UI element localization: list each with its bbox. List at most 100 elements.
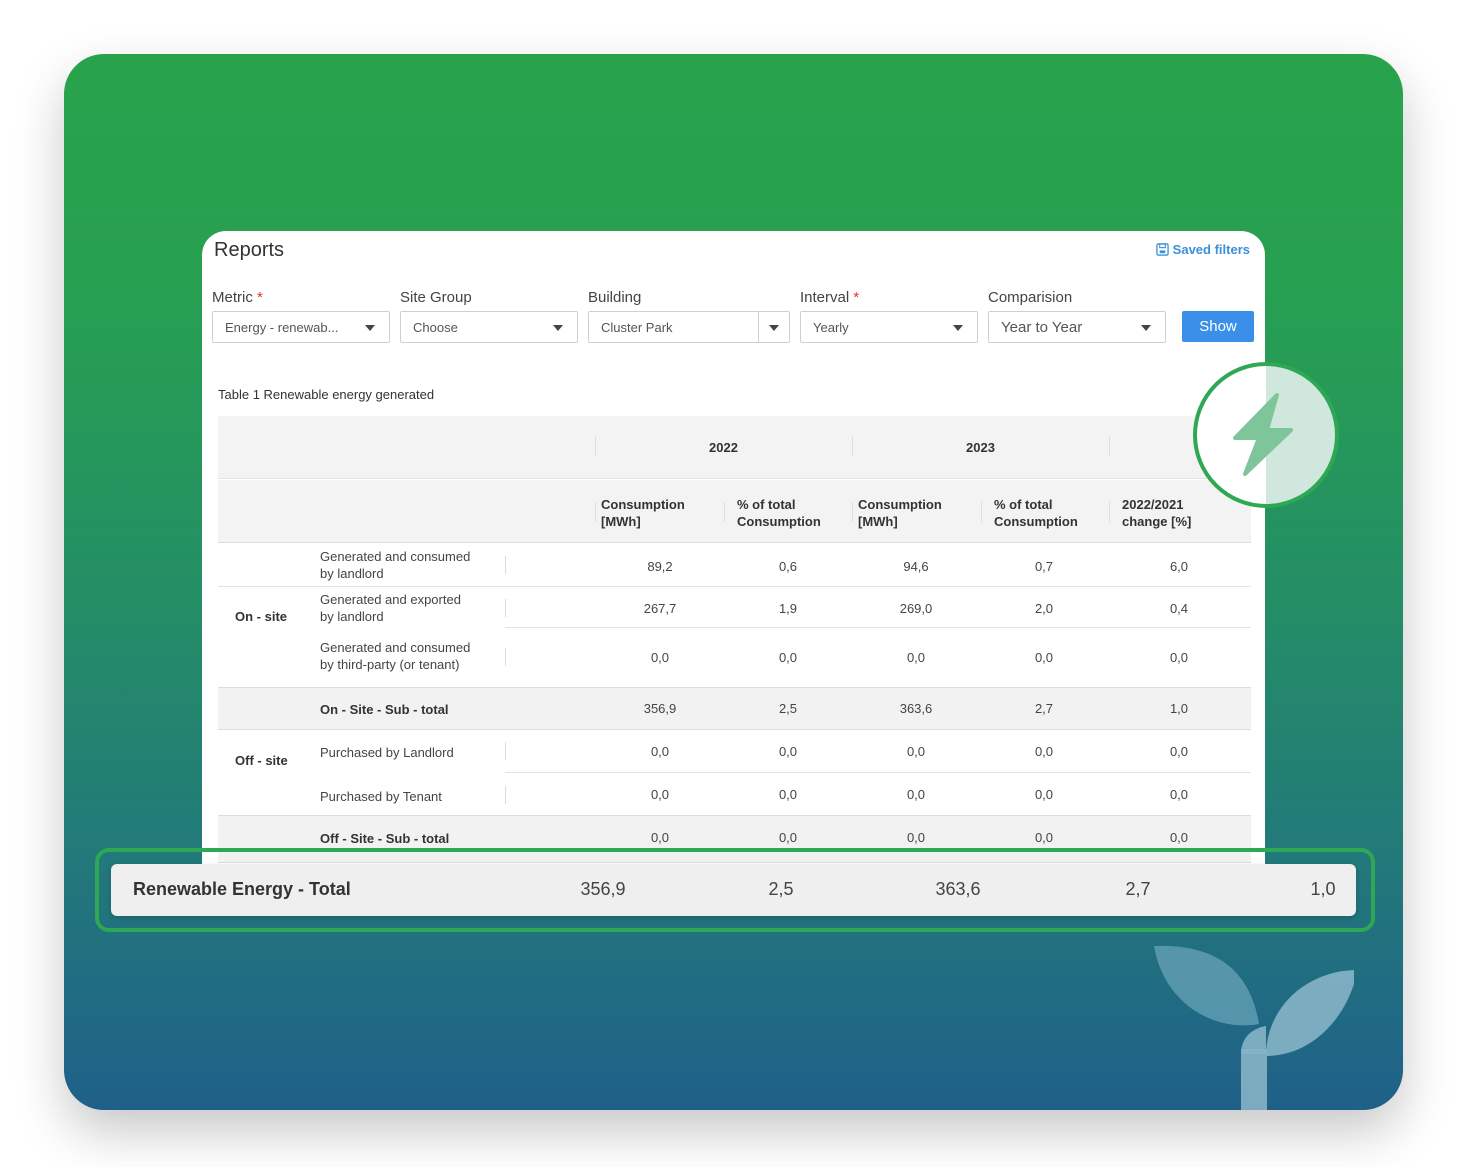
- total-cell: 2,7: [1125, 879, 1151, 899]
- cell: 0,0: [1169, 787, 1189, 802]
- cell: 0,0: [906, 650, 926, 665]
- comparison-filter: Comparision Year to Year: [988, 289, 1166, 343]
- col-consumption-2023: Consumption [MWh]: [858, 497, 942, 529]
- total-cell: 1,0: [1310, 879, 1336, 899]
- caret-down-icon: [365, 325, 375, 331]
- cell: 363,6: [899, 701, 933, 716]
- cell: 1,9: [778, 601, 798, 616]
- cell: 0,0: [1034, 830, 1054, 845]
- cell: 6,0: [1169, 559, 1189, 574]
- leaf-sprout-icon: [1154, 945, 1354, 1110]
- year-2023-header: 2023: [966, 440, 995, 455]
- cell: 0,0: [1169, 650, 1189, 665]
- cell: 0,0: [650, 787, 670, 802]
- site-group-filter: Site Group Choose: [400, 289, 578, 343]
- required-marker: *: [853, 289, 860, 306]
- cell: 0,0: [1034, 744, 1054, 759]
- table-row: Generated and consumed by landlord 89,2 …: [218, 544, 1251, 586]
- cell: 356,9: [643, 701, 677, 716]
- metric-filter: Metric * Energy - renewab...: [212, 289, 390, 343]
- cell: 0,7: [1034, 559, 1054, 574]
- cell: 89,2: [647, 559, 673, 574]
- row-label: Off - Site - Sub - total: [320, 831, 450, 846]
- cell: 0,0: [1169, 830, 1189, 845]
- cell: 94,6: [903, 559, 929, 574]
- col-percent-2022: % of total Consumption: [737, 497, 821, 529]
- year-2022-header: 2022: [709, 440, 738, 455]
- caret-down-icon[interactable]: [769, 325, 779, 331]
- building-filter: Building Cluster Park: [588, 289, 790, 343]
- cell: 2,5: [778, 701, 798, 716]
- cell: 0,0: [906, 787, 926, 802]
- metric-select[interactable]: Energy - renewab...: [212, 311, 390, 343]
- show-button[interactable]: Show: [1182, 311, 1254, 342]
- cell: 0,0: [1169, 744, 1189, 759]
- cell: 0,0: [906, 744, 926, 759]
- total-label: Renewable Energy - Total: [133, 879, 351, 899]
- table-row: Purchased by Landlord 0,0 0,0 0,0 0,0 0,…: [218, 730, 1251, 772]
- cell: 0,0: [1034, 650, 1054, 665]
- cell: 0,4: [1169, 601, 1189, 616]
- comparison-value: Year to Year: [1001, 318, 1083, 336]
- caret-down-icon: [1141, 325, 1151, 331]
- save-icon: [1155, 243, 1169, 256]
- comparison-select[interactable]: Year to Year: [988, 311, 1166, 343]
- table-caption: Table 1 Renewable energy generated: [218, 387, 435, 402]
- cell: 1,0: [1169, 701, 1189, 716]
- required-marker: *: [257, 289, 263, 306]
- row-label: Generated and exported by landlord: [320, 592, 461, 624]
- cell: 0,0: [650, 830, 670, 845]
- cell: 2,7: [1034, 701, 1054, 716]
- cell: 0,0: [650, 744, 670, 759]
- building-value: Cluster Park: [601, 319, 673, 335]
- page-title: Reports: [214, 239, 285, 261]
- comparison-label: Comparision: [988, 289, 1073, 306]
- col-change: 2022/2021 change [%]: [1122, 497, 1192, 529]
- saved-filters-label: Saved filters: [1172, 242, 1250, 257]
- table-row: Generated and consumed by third-party (o…: [218, 628, 1251, 687]
- cell: 0,6: [778, 559, 798, 574]
- lightning-icon: [1193, 362, 1339, 508]
- total-row: Renewable Energy - Total 356,9 2,5 363,6…: [111, 864, 1356, 916]
- cell: 0,0: [778, 744, 798, 759]
- site-group-select[interactable]: Choose: [400, 311, 578, 343]
- total-cell: 363,6: [935, 879, 981, 899]
- cell: 267,7: [643, 601, 677, 616]
- table-row: Purchased by Tenant 0,0 0,0 0,0 0,0 0,0: [218, 773, 1251, 815]
- column-header-row: Consumption [MWh] % of total Consumption…: [218, 480, 1251, 543]
- site-group-label: Site Group: [400, 289, 472, 306]
- cell: 0,0: [778, 830, 798, 845]
- cell: 0,0: [778, 650, 798, 665]
- total-cell: 2,5: [768, 879, 794, 899]
- reports-card: Reports Saved filters Metric * Energy - …: [202, 231, 1265, 887]
- total-cell: 356,9: [580, 879, 626, 899]
- cell: 2,0: [1034, 601, 1054, 616]
- metric-value: Energy - renewab...: [225, 319, 339, 335]
- year-header-row: 2022 2023: [218, 416, 1251, 479]
- row-label: Generated and consumed by third-party (o…: [320, 640, 471, 672]
- cell: 269,0: [899, 601, 933, 616]
- site-group-value: Choose: [413, 319, 458, 335]
- row-label: Purchased by Landlord: [320, 745, 454, 760]
- cell: 0,0: [1034, 787, 1054, 802]
- interval-value: Yearly: [813, 319, 849, 335]
- row-label: Generated and consumed by landlord: [320, 549, 471, 581]
- building-select[interactable]: Cluster Park: [588, 311, 790, 343]
- row-label: Purchased by Tenant: [320, 789, 442, 804]
- col-consumption-2022: Consumption [MWh]: [601, 497, 685, 529]
- col-percent-2023: % of total Consumption: [994, 497, 1078, 529]
- interval-select[interactable]: Yearly: [800, 311, 978, 343]
- saved-filters-link[interactable]: Saved filters: [1155, 242, 1250, 257]
- cell: 0,0: [778, 787, 798, 802]
- caret-down-icon: [953, 325, 963, 331]
- caret-down-icon: [553, 325, 563, 331]
- building-label: Building: [588, 289, 642, 306]
- cell: 0,0: [906, 830, 926, 845]
- interval-label: Interval: [800, 289, 850, 306]
- row-label: On - Site - Sub - total: [320, 702, 449, 717]
- background-frame: Reports Saved filters Metric * Energy - …: [64, 54, 1403, 1110]
- metric-label: Metric: [212, 289, 253, 306]
- subtotal-row-on-site: On - Site - Sub - total 356,9 2,5 363,6 …: [218, 687, 1251, 730]
- cell: 0,0: [650, 650, 670, 665]
- interval-filter: Interval * Yearly: [800, 289, 978, 343]
